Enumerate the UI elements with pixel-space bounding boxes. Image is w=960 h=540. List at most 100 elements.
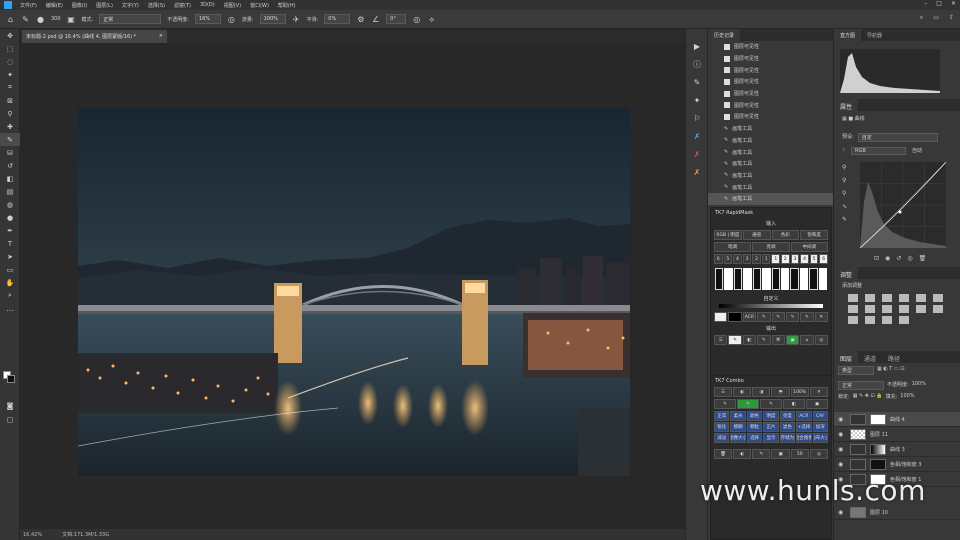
zone-button[interactable]: 6: [714, 254, 723, 264]
visibility-eye-icon[interactable]: ◉: [838, 509, 846, 516]
layer-opacity-input[interactable]: 100%: [912, 381, 926, 390]
black-swatch-button[interactable]: [728, 312, 742, 322]
eyedropper-tool-icon[interactable]: ⚲: [0, 107, 20, 120]
combo-dodge-button[interactable]: 减淡: [714, 433, 730, 443]
hue-adjust-icon[interactable]: [933, 294, 943, 302]
zone-button[interactable]: 1: [761, 254, 771, 264]
layer-row[interactable]: ◉ 曲线 4: [834, 412, 960, 427]
zoom-level[interactable]: 16.42%: [23, 532, 42, 538]
hand-tool-icon[interactable]: ✋: [0, 276, 20, 289]
smoothing-gear-icon[interactable]: ⚙: [356, 15, 365, 24]
combo-tool-button[interactable]: ◧: [783, 399, 805, 409]
angle-input[interactable]: 0°: [386, 14, 407, 24]
zone-button[interactable]: 4: [733, 254, 742, 264]
brush-settings-icon[interactable]: ▣: [67, 15, 76, 24]
levels-adjust-icon[interactable]: [865, 294, 875, 302]
combo-add-selection-button[interactable]: +选择: [796, 422, 812, 432]
photo-filter-adjust-icon[interactable]: [882, 305, 892, 313]
curves-mask-icon[interactable]: ■: [848, 116, 853, 122]
visibility-eye-icon[interactable]: ◉: [838, 431, 846, 438]
vibrance-adjust-icon[interactable]: [916, 294, 926, 302]
history-item[interactable]: 图层可见性: [708, 99, 833, 111]
combo-caf-button[interactable]: CAF: [812, 411, 828, 421]
combo-color-button[interactable]: 颜色: [746, 411, 763, 421]
zone-button[interactable]: 6: [819, 254, 828, 264]
menu-select[interactable]: 选择(S): [148, 2, 165, 9]
combo-zoom[interactable]: 100%: [790, 387, 809, 397]
opacity-input[interactable]: 16%: [194, 14, 221, 24]
channel-mixer-adjust-icon[interactable]: [899, 305, 909, 313]
combo-blur-button[interactable]: 模糊: [730, 422, 746, 432]
color-button[interactable]: 色彩: [771, 230, 800, 240]
combo-tool-button[interactable]: ▣: [806, 399, 828, 409]
close-tab-icon[interactable]: ×: [159, 33, 163, 39]
combo-image-size-button[interactable]: 图像大小: [730, 433, 746, 443]
layer-row[interactable]: ◉ 图层 10: [834, 505, 960, 520]
workspace-icon[interactable]: ▭: [933, 14, 939, 22]
blend-mode-select[interactable]: 正常: [838, 381, 884, 390]
history-item[interactable]: 图层可见性: [708, 41, 833, 53]
invert-adjust-icon[interactable]: [933, 305, 943, 313]
history-item[interactable]: ✎ 画笔工具: [708, 135, 833, 147]
flow-input[interactable]: 100%: [259, 14, 286, 24]
history-brush-tool-icon[interactable]: ↺: [0, 159, 20, 172]
history-item[interactable]: ✎ 画笔工具: [708, 170, 833, 182]
channel-select[interactable]: RGB: [851, 147, 907, 155]
color-balance-adjust-icon[interactable]: [848, 305, 858, 313]
saturation-button[interactable]: 饱和度: [800, 230, 828, 240]
type-tool-icon[interactable]: T: [0, 237, 20, 250]
combo-normal-button[interactable]: 正常: [714, 411, 730, 421]
combo-softlight-button[interactable]: 柔光: [730, 411, 746, 421]
move-tool-icon[interactable]: ✥: [0, 29, 20, 42]
tab-channels[interactable]: 通道: [858, 351, 882, 363]
eraser-tool-icon[interactable]: ◧: [0, 172, 20, 185]
lasso-tool-icon[interactable]: ◌: [0, 55, 20, 68]
zone-button[interactable]: 3: [742, 254, 752, 264]
zoom-tool-icon[interactable]: ⌕: [0, 289, 20, 302]
preset-select[interactable]: 自定: [857, 133, 938, 142]
clip-icon[interactable]: ⊡: [874, 255, 879, 262]
combo-multiply-button[interactable]: 正片: [763, 422, 779, 432]
menu-filter[interactable]: 滤镜(T): [174, 2, 191, 9]
visibility-eye-icon[interactable]: ◉: [838, 446, 846, 453]
history-item[interactable]: 图层可见性: [708, 64, 833, 76]
menu-edit[interactable]: 编辑(E): [46, 2, 63, 9]
output-button[interactable]: ⌘: [771, 335, 785, 345]
history-item[interactable]: ✎ 画笔工具: [708, 146, 833, 158]
combo-opacity-value[interactable]: 50: [790, 449, 809, 459]
combo-burn-button[interactable]: 加深: [812, 422, 828, 432]
curve-point-icon[interactable]: ∿: [842, 203, 847, 210]
frame-tool-icon[interactable]: ⊠: [0, 94, 20, 107]
view-previous-icon[interactable]: ◉: [885, 255, 890, 262]
auto-button[interactable]: 自动: [912, 147, 922, 155]
selective-color-adjust-icon[interactable]: [882, 316, 892, 324]
threshold-adjust-icon[interactable]: [865, 316, 875, 324]
lock-icons[interactable]: ▦ ✎ ✥ ⊡ 🔒: [853, 393, 883, 400]
combo-show-button[interactable]: 显示: [763, 433, 779, 443]
dodge-tool-icon[interactable]: ●: [0, 211, 20, 224]
output-button[interactable]: ✎: [757, 335, 771, 345]
visibility-icon[interactable]: ◎: [907, 255, 912, 262]
healing-tool-icon[interactable]: ✚: [0, 120, 20, 133]
share-icon[interactable]: ⇪: [949, 14, 954, 22]
background-color-swatch[interactable]: [7, 375, 15, 383]
menu-layer[interactable]: 图层(L): [96, 2, 113, 9]
brightness-adjust-icon[interactable]: [848, 294, 858, 302]
zone-button[interactable]: 2: [781, 254, 790, 264]
visibility-eye-icon[interactable]: ◉: [838, 461, 846, 468]
hand-target-icon[interactable]: ☝: [842, 147, 845, 155]
delete-icon[interactable]: 🗑: [919, 255, 927, 262]
midtones-button[interactable]: 中间调: [790, 242, 828, 252]
combo-tool-button[interactable]: ◓: [771, 387, 790, 397]
crop-tool-icon[interactable]: ⌗: [0, 81, 20, 94]
orange-plugin-icon[interactable]: ✗: [686, 163, 708, 181]
tab-paths[interactable]: 路径: [882, 351, 906, 363]
zone-button[interactable]: 3: [790, 254, 800, 264]
rm-tool-button[interactable]: ✎: [800, 312, 814, 322]
combo-acr-button[interactable]: ACR: [796, 411, 812, 421]
exposure-adjust-icon[interactable]: [899, 294, 909, 302]
brush-preset-icon[interactable]: ●: [36, 15, 45, 24]
combo-blend-image-button[interactable]: 混合图像: [796, 433, 812, 443]
brush-tool-icon[interactable]: ✎: [21, 15, 30, 24]
pressure-size-icon[interactable]: ◎: [412, 15, 421, 24]
